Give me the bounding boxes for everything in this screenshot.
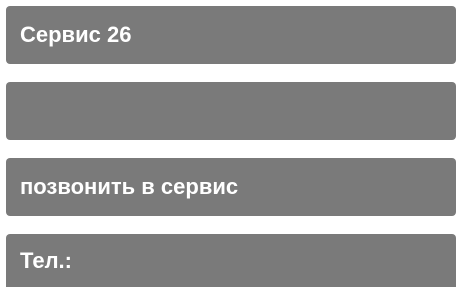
call-service-button[interactable]: позвонить в сервис [6, 158, 456, 216]
call-service-label: позвонить в сервис [20, 174, 239, 199]
service-title-bar: Сервис 26 [6, 6, 456, 64]
service-title: Сервис 26 [20, 22, 132, 47]
phone-label: Тел.: [20, 247, 72, 273]
empty-info-bar [6, 82, 456, 140]
phone-bar: Тел.: [6, 234, 456, 287]
